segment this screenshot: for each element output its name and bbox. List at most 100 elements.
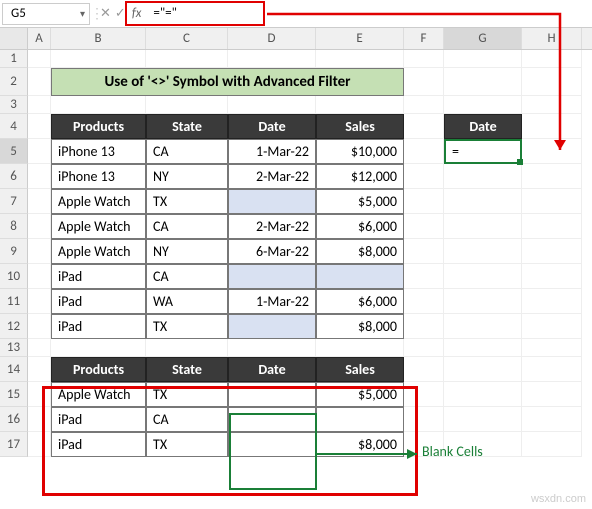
cell[interactable] [444, 407, 522, 432]
chevron-down-icon[interactable]: ▾ [80, 7, 85, 20]
cell-state[interactable]: NY [146, 239, 228, 264]
row-header[interactable]: 12 [0, 314, 28, 339]
cell[interactable] [146, 96, 228, 114]
cell[interactable] [28, 339, 51, 357]
cell-sales[interactable]: $6,000 [316, 214, 404, 239]
cell-state[interactable]: WA [146, 289, 228, 314]
row-header[interactable]: 4 [0, 114, 28, 139]
cell[interactable] [522, 139, 582, 164]
cell[interactable] [28, 164, 51, 189]
col-header-G[interactable]: G [444, 28, 522, 49]
cell-state[interactable]: TX [146, 314, 228, 339]
cell-product[interactable]: iPhone 13 [51, 164, 146, 189]
cell-state[interactable]: NY [146, 164, 228, 189]
row-header[interactable]: 17 [0, 432, 28, 457]
col-header-E[interactable]: E [316, 28, 404, 49]
cell[interactable] [316, 96, 404, 114]
cell[interactable] [522, 264, 582, 289]
cell[interactable] [522, 339, 582, 357]
cell-product[interactable]: iPad [51, 264, 146, 289]
cell[interactable] [522, 50, 582, 68]
cell[interactable] [404, 164, 444, 189]
row-header[interactable]: 3 [0, 96, 28, 114]
cell-product[interactable]: iPad [51, 289, 146, 314]
cell[interactable] [522, 96, 582, 114]
cell[interactable] [404, 214, 444, 239]
cell[interactable] [522, 314, 582, 339]
cell[interactable] [444, 239, 522, 264]
cell-date-blank[interactable] [228, 264, 316, 289]
col-header-A[interactable]: A [28, 28, 51, 49]
cell-sales[interactable]: $8,000 [316, 239, 404, 264]
cell[interactable] [51, 339, 146, 357]
cell-product[interactable]: Apple Watch [51, 189, 146, 214]
cell[interactable] [522, 214, 582, 239]
cell-sales-blank[interactable] [316, 264, 404, 289]
cell[interactable] [28, 68, 51, 96]
cell[interactable] [404, 50, 444, 68]
cell[interactable] [28, 264, 51, 289]
cell[interactable] [51, 96, 146, 114]
cell[interactable] [28, 314, 51, 339]
row-header[interactable]: 1 [0, 50, 28, 68]
cell[interactable] [522, 239, 582, 264]
cell-product[interactable]: Apple Watch [51, 239, 146, 264]
cell[interactable] [28, 214, 51, 239]
cancel-icon[interactable]: ✕ [100, 6, 111, 21]
cell[interactable] [444, 164, 522, 189]
cell-product[interactable]: Apple Watch [51, 214, 146, 239]
row-header[interactable]: 7 [0, 189, 28, 214]
row-header[interactable]: 13 [0, 339, 28, 357]
cell-sales[interactable]: $12,000 [316, 164, 404, 189]
cell[interactable] [444, 357, 522, 382]
cell-date[interactable]: 1-Mar-22 [228, 139, 316, 164]
cell-date[interactable]: 2-Mar-22 [228, 164, 316, 189]
cell[interactable] [404, 264, 444, 289]
row-header[interactable]: 9 [0, 239, 28, 264]
row-header[interactable]: 16 [0, 407, 28, 432]
cell[interactable] [404, 357, 444, 382]
row-header[interactable]: 10 [0, 264, 28, 289]
cell[interactable] [404, 139, 444, 164]
row-header[interactable]: 6 [0, 164, 28, 189]
cell[interactable] [404, 68, 444, 96]
cell[interactable] [404, 314, 444, 339]
cell[interactable] [404, 339, 444, 357]
cell[interactable] [28, 357, 51, 382]
cell[interactable] [28, 289, 51, 314]
name-box[interactable]: G5 ▾ [2, 3, 90, 25]
cell[interactable] [522, 382, 582, 407]
cell[interactable] [404, 96, 444, 114]
cell[interactable] [404, 114, 444, 139]
cell[interactable] [404, 239, 444, 264]
cell[interactable] [444, 189, 522, 214]
cell-date-blank[interactable] [228, 314, 316, 339]
cell-state[interactable]: TX [146, 189, 228, 214]
cell[interactable] [522, 357, 582, 382]
cell[interactable] [146, 339, 228, 357]
cell[interactable] [444, 289, 522, 314]
cell[interactable] [522, 114, 582, 139]
col-header-H[interactable]: H [522, 28, 582, 49]
cell-date[interactable]: 6-Mar-22 [228, 239, 316, 264]
cell-state[interactable]: CA [146, 264, 228, 289]
cell-product[interactable]: iPhone 13 [51, 139, 146, 164]
cell-state[interactable]: CA [146, 139, 228, 164]
cell-date[interactable]: 2-Mar-22 [228, 214, 316, 239]
cell[interactable] [522, 68, 582, 96]
cell-sales[interactable]: $6,000 [316, 289, 404, 314]
cell-date[interactable]: 1-Mar-22 [228, 289, 316, 314]
col-header-C[interactable]: C [146, 28, 228, 49]
cell-product[interactable]: iPad [51, 314, 146, 339]
col-header-F[interactable]: F [404, 28, 444, 49]
criteria-value-cell[interactable]: = [444, 139, 522, 164]
row-header[interactable]: 15 [0, 382, 28, 407]
cell[interactable] [522, 289, 582, 314]
cell[interactable] [404, 189, 444, 214]
cell[interactable] [444, 68, 522, 96]
row-header[interactable]: 2 [0, 68, 28, 96]
cell-date-blank[interactable] [228, 189, 316, 214]
cell[interactable] [444, 382, 522, 407]
cell[interactable] [28, 96, 51, 114]
cell-sales[interactable]: $8,000 [316, 314, 404, 339]
